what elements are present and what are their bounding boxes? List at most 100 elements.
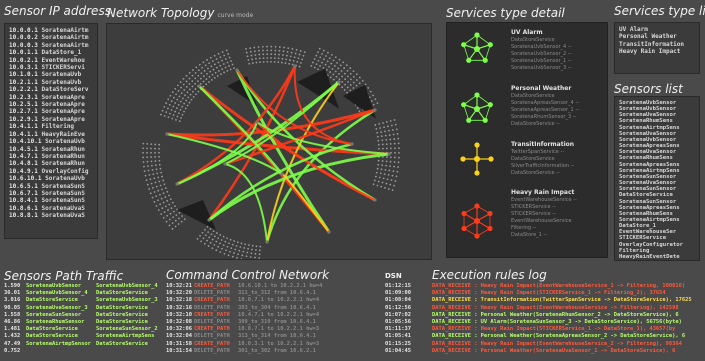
sensor-node[interactable]	[165, 220, 168, 223]
sensor-node[interactable]	[153, 177, 156, 180]
sensor-node[interactable]	[288, 62, 290, 65]
sensor-node[interactable]	[290, 51, 293, 54]
sensor-node[interactable]	[391, 174, 394, 177]
sensor-node[interactable]	[349, 89, 352, 92]
sensor-node[interactable]	[195, 66, 198, 69]
sensor-node[interactable]	[390, 147, 392, 150]
sensor-node[interactable]	[167, 107, 169, 110]
sensor-node[interactable]	[150, 182, 153, 185]
sensor-node[interactable]	[149, 192, 152, 195]
sensor-ip-row[interactable]: 10.4.9.1 OverlayConfig	[9, 168, 97, 175]
sensor-node[interactable]	[394, 147, 396, 150]
sensor-node[interactable]	[211, 60, 214, 62]
topology-node[interactable]	[175, 182, 179, 186]
sensor-node[interactable]	[341, 80, 344, 83]
sensor-node[interactable]	[243, 247, 246, 249]
sensor-node[interactable]	[375, 127, 378, 130]
sensor-node[interactable]	[186, 91, 189, 94]
sensor-node[interactable]	[392, 170, 395, 173]
sensor-node[interactable]	[220, 239, 223, 241]
sensor-node[interactable]	[376, 184, 379, 187]
sensor-node[interactable]	[386, 147, 388, 150]
sensor-node[interactable]	[227, 53, 230, 55]
sensor-ip-row[interactable]: 10.6.7.1 SoratenaSunS	[9, 190, 97, 197]
sensor-node[interactable]	[174, 225, 177, 228]
sensor-node[interactable]	[209, 228, 212, 230]
sensor-node[interactable]	[332, 73, 335, 76]
sensor-node[interactable]	[181, 113, 184, 116]
sensor-node[interactable]	[229, 68, 232, 71]
sensor-node[interactable]	[189, 93, 192, 96]
sensor-ip-row[interactable]: 10.0.0.3 SoratenaAirtm	[9, 42, 97, 49]
sensor-node[interactable]	[377, 180, 380, 183]
sensor-node[interactable]	[170, 109, 173, 111]
sensor-node[interactable]	[199, 82, 202, 85]
sensor-node[interactable]	[254, 54, 257, 56]
topology-graph[interactable]	[107, 24, 431, 263]
sensor-node[interactable]	[352, 70, 355, 73]
sensor-node[interactable]	[226, 69, 229, 72]
sensor-node[interactable]	[293, 56, 296, 59]
sensor-node[interactable]	[197, 90, 200, 93]
sensor-node[interactable]	[204, 64, 207, 67]
sensor-node[interactable]	[355, 84, 358, 87]
sensor-node[interactable]	[146, 151, 148, 154]
sensor-node[interactable]	[297, 57, 300, 60]
sensor-node[interactable]	[163, 105, 166, 108]
sensor-node[interactable]	[240, 242, 243, 245]
sensor-node[interactable]	[177, 90, 180, 92]
sensor-node[interactable]	[378, 176, 381, 179]
sensor-node[interactable]	[356, 107, 359, 109]
sensor-node[interactable]	[235, 244, 238, 247]
sensor-node[interactable]	[222, 235, 225, 238]
sensor-node[interactable]	[213, 63, 216, 66]
sensor-node[interactable]	[341, 86, 344, 89]
sensor-node[interactable]	[143, 165, 145, 168]
service-type-item[interactable]: Heavy Rain Impact	[619, 48, 699, 55]
sensor-node[interactable]	[181, 97, 184, 100]
sensor-node[interactable]	[204, 234, 207, 237]
sensor-node[interactable]	[396, 133, 399, 135]
sensor-node[interactable]	[373, 179, 376, 182]
sensor-node[interactable]	[270, 60, 272, 63]
sensor-node[interactable]	[182, 83, 185, 86]
sensor-node[interactable]	[211, 238, 214, 241]
sensor-node[interactable]	[180, 92, 183, 95]
sensor-node[interactable]	[210, 79, 213, 81]
sensor-node[interactable]	[225, 249, 227, 252]
sensor-node[interactable]	[192, 69, 194, 71]
sensor-node[interactable]	[259, 249, 261, 252]
sensor-node[interactable]	[358, 76, 361, 79]
sensor-node[interactable]	[291, 63, 294, 66]
sensor-node[interactable]	[397, 166, 399, 168]
sensor-node[interactable]	[219, 64, 222, 67]
sensor-node[interactable]	[154, 160, 157, 162]
sensor-node[interactable]	[145, 179, 148, 182]
sensor-node[interactable]	[184, 107, 187, 110]
sensor-node[interactable]	[334, 56, 337, 59]
sensor-node[interactable]	[212, 230, 215, 233]
sensor-node[interactable]	[167, 116, 170, 119]
sensor-node[interactable]	[259, 61, 261, 64]
sensor-node[interactable]	[286, 50, 289, 53]
sensor-node[interactable]	[174, 219, 177, 222]
sensor-node[interactable]	[154, 147, 156, 150]
sensor-node[interactable]	[175, 214, 178, 216]
sensor-node[interactable]	[287, 47, 290, 50]
sensor-node[interactable]	[382, 177, 385, 180]
sensor-node[interactable]	[225, 49, 228, 52]
sensor-node[interactable]	[191, 85, 194, 88]
sensor-node[interactable]	[162, 216, 165, 219]
sensor-node[interactable]	[158, 163, 161, 166]
sensor-node[interactable]	[377, 159, 380, 162]
sensor-node[interactable]	[331, 68, 334, 70]
sensor-node[interactable]	[150, 156, 153, 158]
sensor-node[interactable]	[163, 115, 166, 117]
sensor-node[interactable]	[247, 59, 250, 61]
sensor-node[interactable]	[358, 110, 361, 113]
sensor-node[interactable]	[372, 94, 375, 97]
sensor-node[interactable]	[285, 54, 288, 57]
sensor-ip-row[interactable]: 10.0.0.1 SoratenaAirtm	[9, 27, 97, 34]
sensor-node[interactable]	[295, 48, 298, 51]
sensor-node[interactable]	[163, 211, 166, 213]
